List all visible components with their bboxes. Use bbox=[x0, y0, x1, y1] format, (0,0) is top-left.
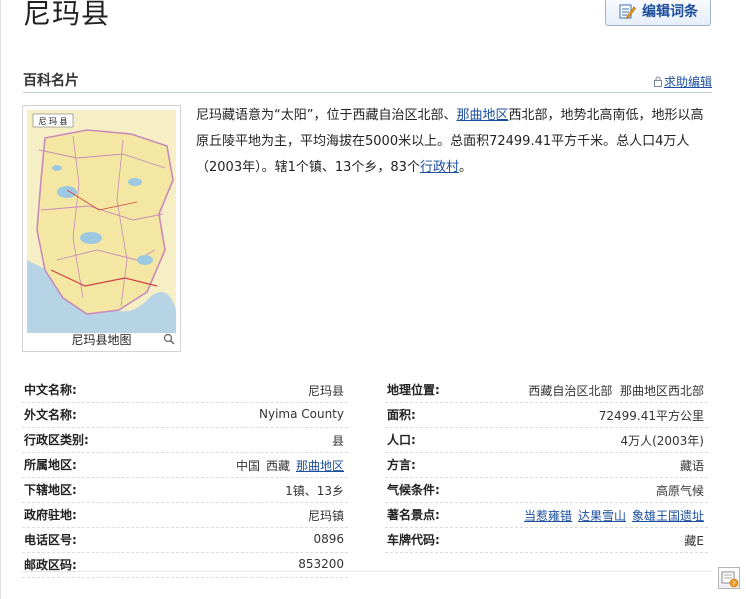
comment-icon: ? bbox=[721, 571, 739, 588]
info-key: 行政区类别: bbox=[24, 433, 89, 447]
attraction-link-dagze-snow-mountain[interactable]: 达果雪山 bbox=[578, 509, 626, 523]
nagqu-link[interactable]: 那曲地区 bbox=[456, 108, 508, 123]
info-value: 4万人(2003年) bbox=[620, 434, 704, 448]
info-key: 人口: bbox=[387, 433, 416, 447]
info-row: 所属地区: 中国 西藏 那曲地区 bbox=[22, 453, 348, 478]
info-key: 车牌代码: bbox=[387, 533, 440, 547]
attraction-link-zhangzhung-ruins[interactable]: 象雄王国遗址 bbox=[632, 509, 704, 523]
info-key: 所属地区: bbox=[24, 458, 77, 472]
info-row: 著名景点: 当惹雍错 达果雪山 象雄王国遗址 bbox=[385, 503, 708, 528]
info-value: 尼玛镇 bbox=[307, 509, 344, 523]
info-value: 0896 bbox=[313, 532, 344, 546]
info-table-right: 地理位置: 西藏自治区北部 那曲地区西北部 面积: 72499.41平方公里 人… bbox=[385, 378, 708, 553]
info-key: 外文名称: bbox=[24, 408, 77, 422]
zoom-icon[interactable] bbox=[163, 333, 175, 345]
lock-icon bbox=[653, 76, 662, 87]
info-key: 面积: bbox=[387, 408, 416, 422]
card-header: 百科名片 求助编辑 bbox=[23, 68, 712, 93]
info-row: 电话区号: 0896 bbox=[22, 528, 348, 553]
info-row: 外文名称: Nyima County bbox=[22, 403, 348, 428]
section-divider bbox=[22, 571, 712, 572]
info-key: 电话区号: bbox=[24, 533, 77, 547]
info-value: 藏E bbox=[684, 534, 704, 548]
info-row: 车牌代码: 藏E bbox=[385, 528, 708, 553]
help-edit-link[interactable]: 求助编辑 bbox=[653, 73, 712, 90]
county-map-card[interactable]: 尼 玛 县 尼玛县地图 bbox=[22, 105, 181, 352]
info-row: 面积: 72499.41平方公里 bbox=[385, 403, 708, 428]
intro-text-3: 。 bbox=[458, 160, 472, 175]
svg-text:?: ? bbox=[732, 581, 735, 588]
intro-text-1: 尼玛藏语意为“太阳”，位于西藏自治区北部、 bbox=[196, 108, 457, 123]
info-row: 邮政区码: 853200 bbox=[22, 553, 348, 578]
info-row: 下辖地区: 1镇、13乡 bbox=[22, 478, 348, 503]
map-legend-label: 尼 玛 县 bbox=[38, 117, 67, 126]
info-row: 政府驻地: 尼玛镇 bbox=[22, 503, 348, 528]
feedback-icon[interactable]: ? bbox=[718, 567, 740, 589]
info-row: 行政区类别: 县 bbox=[22, 428, 348, 453]
info-value: 1镇、13乡 bbox=[285, 484, 344, 498]
edit-icon bbox=[619, 4, 636, 19]
info-key: 政府驻地: bbox=[24, 508, 77, 522]
page-left-border bbox=[0, 0, 1, 599]
village-link[interactable]: 行政村 bbox=[420, 160, 459, 175]
info-value-attractions: 当惹雍错 达果雪山 象雄王国遗址 bbox=[524, 507, 704, 524]
info-value: 藏语 bbox=[679, 459, 704, 473]
info-row: 方言: 藏语 bbox=[385, 453, 708, 478]
info-key: 方言: bbox=[387, 458, 416, 472]
info-key: 中文名称: bbox=[24, 383, 77, 397]
info-value: 72499.41平方公里 bbox=[598, 409, 704, 423]
page-title: 尼玛县 bbox=[23, 0, 111, 30]
county-map-image[interactable]: 尼 玛 县 bbox=[27, 110, 176, 333]
info-value: 853200 bbox=[298, 557, 344, 571]
attraction-link-dangra-yumco[interactable]: 当惹雍错 bbox=[524, 509, 572, 523]
map-caption: 尼玛县地图 bbox=[71, 333, 132, 347]
info-value: Nyima County bbox=[258, 407, 344, 421]
edit-entry-button[interactable]: 编辑词条 bbox=[605, 0, 711, 26]
region-nagqu-link[interactable]: 那曲地区 bbox=[296, 459, 344, 473]
info-value: 西藏自治区北部 那曲地区西北部 bbox=[528, 384, 704, 398]
info-value-region: 中国 西藏 那曲地区 bbox=[236, 457, 344, 474]
info-key: 地理位置: bbox=[387, 383, 440, 397]
info-value: 尼玛县 bbox=[307, 384, 344, 398]
edit-entry-label: 编辑词条 bbox=[642, 4, 698, 20]
info-row: 人口: 4万人(2003年) bbox=[385, 428, 708, 453]
info-table-left: 中文名称: 尼玛县 外文名称: Nyima County 行政区类别: 县 所属… bbox=[22, 378, 348, 578]
card-title: 百科名片 bbox=[23, 73, 79, 89]
region-province: 西藏 bbox=[265, 459, 290, 473]
info-row: 地理位置: 西藏自治区北部 那曲地区西北部 bbox=[385, 378, 708, 403]
info-row: 中文名称: 尼玛县 bbox=[22, 378, 348, 403]
info-value: 县 bbox=[331, 434, 344, 448]
info-key: 气候条件: bbox=[387, 483, 440, 497]
help-edit-label: 求助编辑 bbox=[663, 75, 712, 89]
intro-paragraph: 尼玛藏语意为“太阳”，位于西藏自治区北部、那曲地区西北部，地势北高南低，地形以高… bbox=[196, 103, 712, 181]
info-value: 高原气候 bbox=[655, 484, 704, 498]
info-key: 下辖地区: bbox=[24, 483, 77, 497]
info-row: 气候条件: 高原气候 bbox=[385, 478, 708, 503]
region-country: 中国 bbox=[235, 459, 260, 473]
info-key: 著名景点: bbox=[387, 508, 440, 522]
